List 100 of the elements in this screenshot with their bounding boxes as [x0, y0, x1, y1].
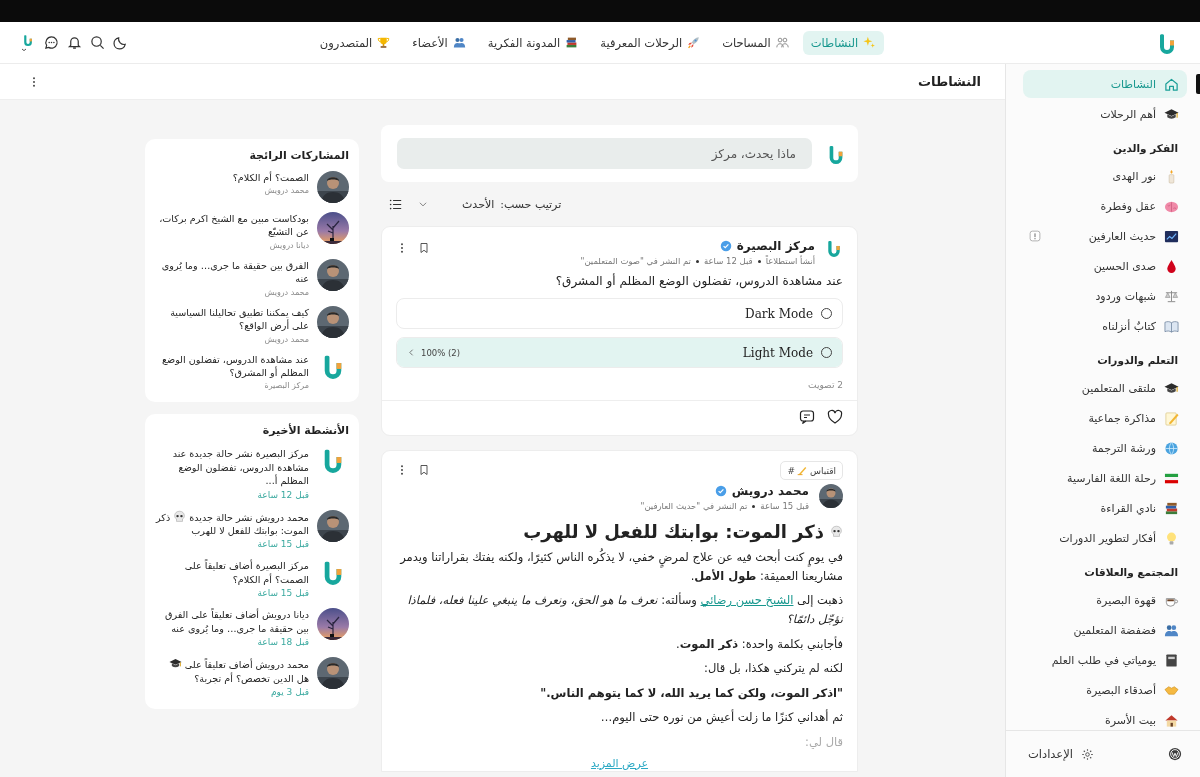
chart-icon [1164, 228, 1179, 244]
caret-icon [418, 199, 428, 209]
circle-logo-icon[interactable] [1168, 747, 1182, 761]
book-icon [1164, 318, 1179, 334]
post-link[interactable]: بودكاست مبين مع الشيخ اكرم بركات، عن التشيّع [155, 212, 309, 239]
post-input-field[interactable]: ماذا يحدث، مركز [397, 138, 812, 169]
logo-icon [825, 239, 843, 257]
author-name[interactable]: محمد درويش [731, 484, 809, 498]
activity-text: محمد درويش نشر حالة جديدة ذكر الموت: بوابتك للفعل لا للهرب [155, 509, 309, 538]
post-meta: أنشأ استطلاعاً [765, 256, 815, 266]
author-name: محمد درويش [263, 287, 309, 297]
nav-tab[interactable]: الرحلات المعرفية [592, 30, 709, 55]
activity-time: قبل 12 ساعة [256, 489, 309, 500]
active-indicator [1196, 74, 1200, 94]
author-name[interactable]: مركز البصيرة [736, 239, 815, 253]
house-icon [1164, 712, 1179, 728]
settings-icon [1081, 747, 1094, 761]
graduation-cap-icon [1164, 106, 1179, 122]
section-title: المجتمع والعلاقات [1083, 565, 1179, 581]
activity-text: ديانا درويش أضاف تعليقاً على الفرق بين حقيقة ما جرى… وما يُروى عنه [163, 608, 309, 636]
sidebar-item[interactable]: عقل وفطرة [1023, 192, 1187, 220]
heart-icon[interactable] [827, 409, 843, 425]
sidebar-item[interactable]: يومياتي في طلب العلم [1023, 646, 1187, 674]
sidebar-item[interactable]: أهم الرحلات [1023, 100, 1187, 128]
sidebar-item[interactable]: حديث العارفين [1023, 222, 1187, 250]
chat-icon[interactable] [44, 35, 59, 50]
post-link[interactable]: الفرق بين حقيقة ما جرى… وما يُروى عنه [155, 258, 309, 286]
author-name: ديانا درويش [268, 240, 309, 250]
sidebar-item[interactable]: نادي القراءة [1023, 494, 1187, 522]
bookmark-icon[interactable] [418, 464, 430, 476]
sidebar-item[interactable]: ورشة الترجمة [1023, 434, 1187, 462]
nav-tab[interactable]: المساحات [714, 30, 797, 55]
post-paragraph: ذهبت إلى الشيخ حسن رضائي وسألته: نعرف ما هو الحق، ونعرف ما ينبغي علينا فعله، فلماذا نؤجّل دائمًا؟ [406, 591, 843, 628]
sidebar-item[interactable]: بيت الأسرة [1023, 706, 1187, 730]
post-meta: تم النشر في "صوت المتعلمين" [580, 256, 691, 266]
nav-tab[interactable]: المدونة الفكرية [479, 30, 587, 55]
rocket-icon [687, 36, 701, 49]
sidebar-item[interactable]: قهوة البصيرة [1023, 586, 1187, 614]
sidebar-item[interactable]: كتابٌ أنزلناه [1023, 312, 1187, 340]
post-meta: تم النشر في "حديث العارفين" [640, 501, 748, 511]
bookmark-icon[interactable] [418, 242, 430, 254]
sidebar-item[interactable]: أصدقاء البصيرة [1023, 676, 1187, 704]
author-name: محمد درويش [263, 186, 309, 196]
nav-tab[interactable]: المتصدرون [311, 30, 399, 55]
option-label: Light Mode [742, 345, 813, 360]
sort-dropdown[interactable]: الأحدث [408, 197, 495, 211]
sparkles-icon [863, 36, 877, 49]
activity-time: قبل 15 ساعة [256, 539, 309, 550]
section-title: التعلم والدورات [1096, 353, 1179, 369]
comment-icon[interactable] [799, 409, 815, 425]
poll-result: (2) 100% [421, 347, 461, 358]
sidebar-item[interactable]: رحلة اللغة الفارسية [1023, 464, 1187, 492]
skull-icon [173, 509, 187, 523]
sidebar-item[interactable]: ملتقى المتعلمين [1023, 374, 1187, 402]
sidebar-item[interactable]: مذاكرة جماعية [1023, 404, 1187, 432]
sidebar-item[interactable]: أفكار لتطوير الدورات [1023, 524, 1187, 552]
bulb-icon [1164, 530, 1179, 546]
graduation-cap-icon [1164, 380, 1179, 396]
people-icon [452, 36, 466, 49]
widget-title: الأنشطة الأخيرة [261, 424, 349, 438]
sidebar-item[interactable]: صدى الحسين [1023, 252, 1187, 280]
nav-tab[interactable]: الأعضاء [404, 30, 474, 55]
post-meta: قبل 15 ساعة [760, 501, 809, 511]
post-link[interactable]: عند مشاهدة الدروس، تفضلون الوضع المظلم أو المشرق؟ [155, 352, 309, 380]
author-name: مركز البصيرة [263, 381, 309, 391]
activity-text: محمد درويش أضاف تعليقاً على هل الدين تخصص؟ أم تجربة؟ [155, 657, 309, 685]
books-icon [565, 36, 579, 49]
page-title: النشاطات [918, 74, 981, 89]
post-paragraph: في يومٍ كنت أبحث فيه عن علاج لمرضٍ خفي، لا يذكُره الناس كثيرًا، ولكنه يفتك بقراراتنا ويدمر مشاريعنا العميقة: طول الأمل. [398, 548, 843, 586]
sidebar-item[interactable]: نور الهدى [1023, 162, 1187, 190]
scales-icon [1164, 288, 1179, 304]
skull-icon [830, 525, 843, 538]
post-paragraph: لكنه لم يتركني هكذا، بل قال: [703, 660, 843, 678]
vote-count: 2 تصويت [807, 380, 843, 390]
sidebar-item[interactable]: فضفضة المتعلمين [1023, 616, 1187, 644]
search-icon[interactable] [90, 35, 105, 50]
post-title: ذكر الموت: بوابتك للفعل لا للهرب [523, 521, 824, 542]
post-meta: قبل 12 ساعة [704, 256, 753, 266]
post-link[interactable]: الصمت؟ أم الكلام؟ [232, 171, 309, 185]
moon-icon[interactable] [113, 35, 128, 50]
widget-title: المشاركات الرائجة [248, 149, 349, 162]
settings-button[interactable]: الإعدادات [1022, 746, 1100, 762]
post-paragraph: فأجابني بكلمة واحدة: ذكر الموت. [675, 635, 843, 654]
post-link[interactable]: كيف يمكننا تطبيق تحاليلنا السياسية على أرض الواقع؟ [155, 305, 309, 333]
sidebar-item[interactable]: شبهات وردود [1023, 282, 1187, 310]
bell-icon[interactable] [67, 35, 82, 50]
drop-icon [1164, 258, 1179, 274]
profile-link[interactable]: الشيخ حسن رضائي [700, 593, 794, 608]
activity-text: مركز البصيرة أضاف تعليقاً على الصمت؟ أم الكلام؟ [183, 559, 309, 587]
list-icon[interactable] [389, 197, 402, 211]
people-icon [1164, 622, 1179, 638]
activity-time: قبل 3 يوم [269, 687, 309, 697]
section-title: الفكر والدين [1112, 141, 1179, 157]
activity-time: قبل 15 ساعة [256, 588, 309, 599]
activity-time: قبل 18 ساعة [256, 637, 309, 648]
people-icon [775, 36, 789, 49]
notebook-icon [1164, 652, 1179, 668]
globe-icon [1164, 440, 1179, 456]
activity-text: مركز البصيرة نشر حالة جديدة عند مشاهدة الدروس، تفضلون الوضع المظلم أ... [171, 447, 309, 488]
tag-chip[interactable]: اقتباس # [780, 461, 843, 480]
